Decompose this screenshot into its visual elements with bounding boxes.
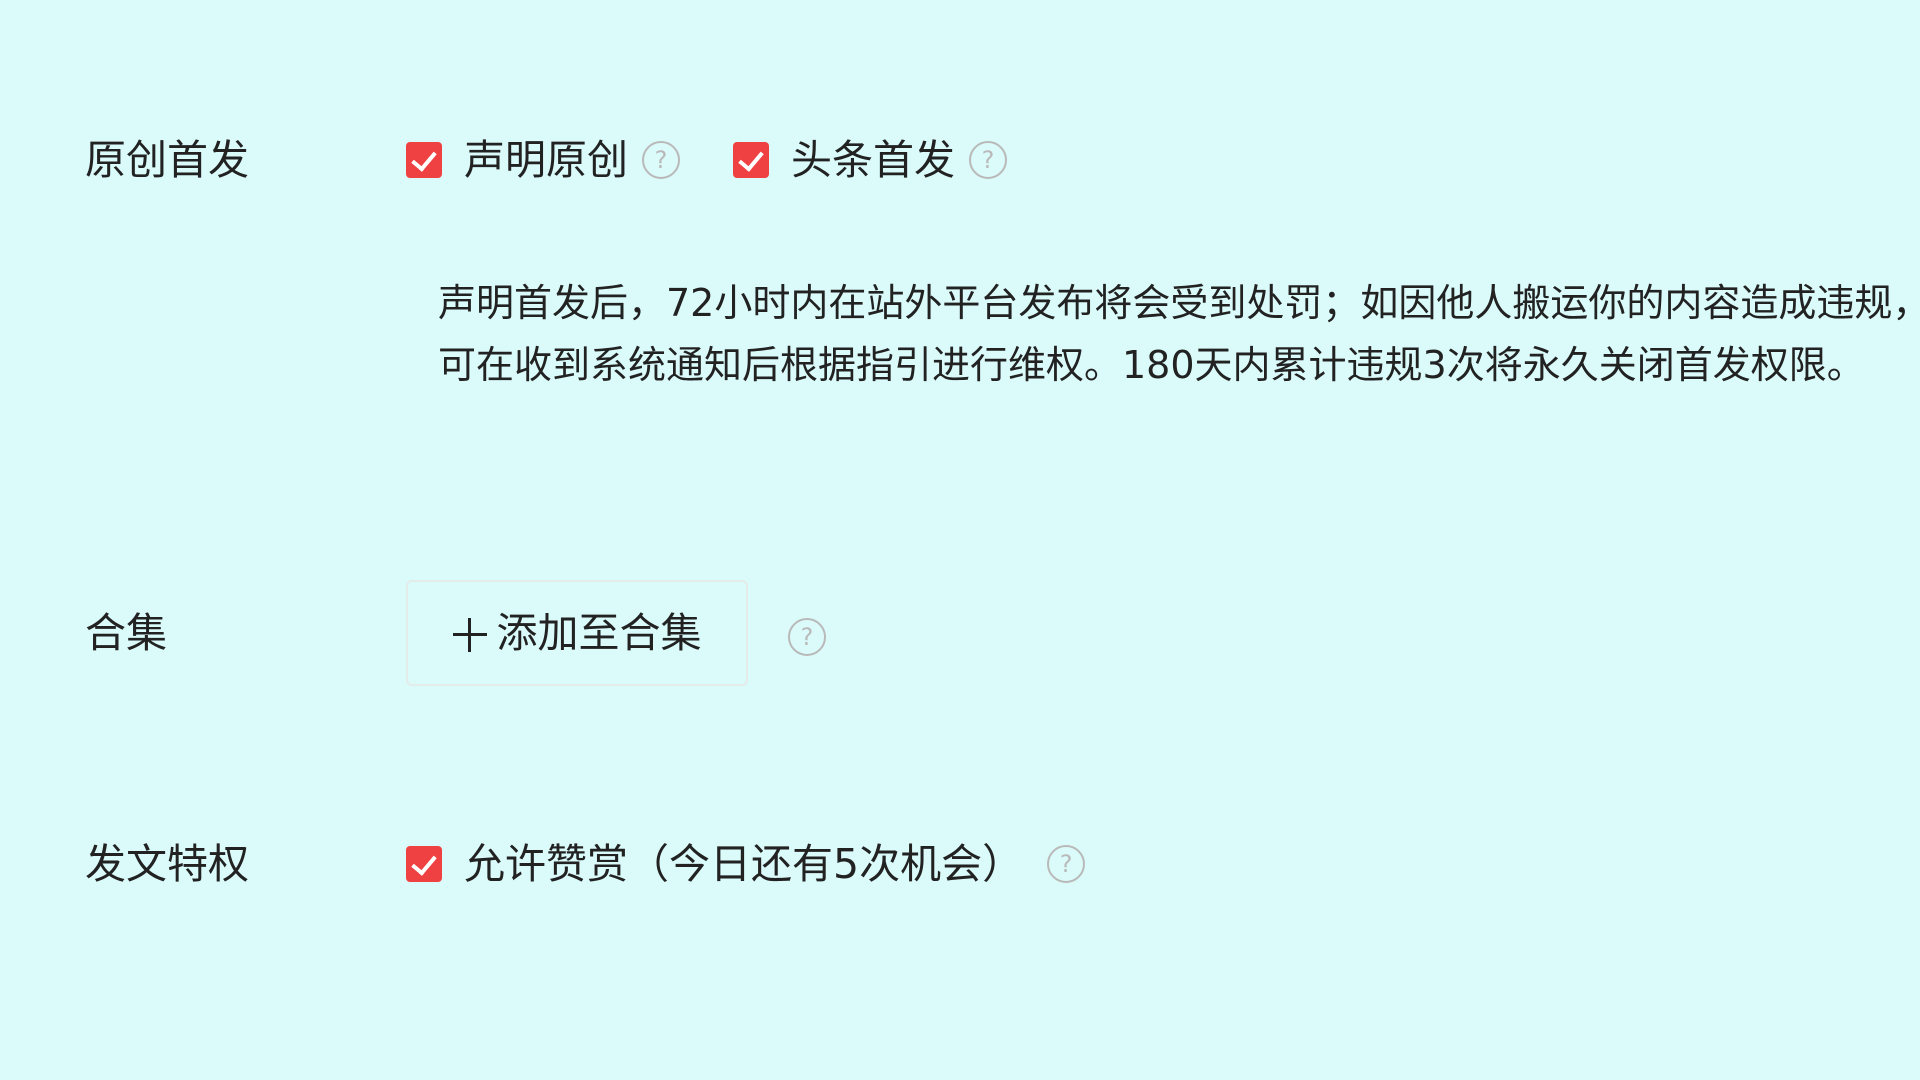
add-to-collection-button[interactable]: 添加至合集 [406, 580, 748, 686]
toutiao-first-checkbox[interactable] [733, 142, 769, 178]
checkmark-icon [411, 849, 437, 876]
allow-tips-label[interactable]: 允许赞赏（今日还有5次机会） [464, 838, 1023, 890]
help-icon[interactable]: ? [788, 618, 826, 656]
help-icon[interactable]: ? [642, 141, 680, 179]
toutiao-first-label[interactable]: 头条首发 [791, 134, 955, 186]
publish-privilege-label: 发文特权 [85, 840, 249, 888]
allow-tips-checkbox[interactable] [406, 846, 442, 882]
add-to-collection-label: 添加至合集 [496, 609, 702, 657]
first-publish-description: 声明首发后，72小时内在站外平台发布将会受到处罚；如因他人搬运你的内容造成违规，… [438, 272, 1920, 396]
toutiao-first-option[interactable]: 头条首发 ? [733, 134, 1007, 186]
checkmark-icon [738, 145, 764, 172]
plus-icon [452, 618, 487, 652]
collection-label: 合集 [85, 609, 167, 657]
declare-original-label[interactable]: 声明原创 [464, 134, 628, 186]
description-line: 可在收到系统通知后根据指引进行维权。180天内累计违规3次将永久关闭首发权限。 [438, 343, 1865, 387]
declare-original-checkbox[interactable] [406, 142, 442, 178]
help-icon[interactable]: ? [969, 141, 1007, 179]
allow-tips-option[interactable]: 允许赞赏（今日还有5次机会） ? [406, 838, 1086, 890]
help-icon[interactable]: ? [1047, 845, 1086, 883]
description-line: 声明首发后，72小时内在站外平台发布将会受到处罚；如因他人搬运你的内容造成违规， [438, 281, 1920, 325]
original-first-label: 原创首发 [85, 136, 249, 184]
checkmark-icon [411, 145, 437, 172]
declare-original-option[interactable]: 声明原创 ? [406, 134, 680, 186]
